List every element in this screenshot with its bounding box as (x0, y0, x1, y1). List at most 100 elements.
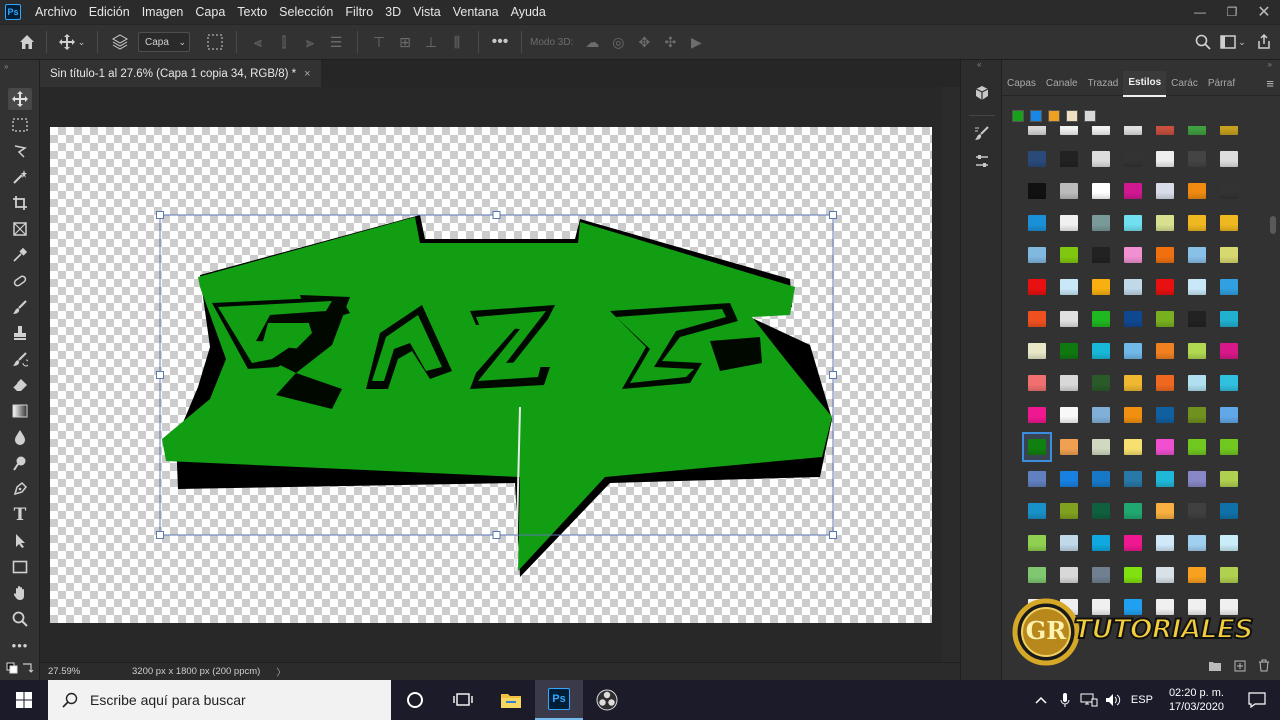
menu-item-capa[interactable]: Capa (189, 0, 231, 24)
canvas-vertical-scrollbar[interactable] (942, 87, 960, 662)
drag-3d-icon[interactable]: ✥ (631, 30, 657, 54)
3d-panel-icon[interactable] (969, 82, 995, 104)
style-swatch[interactable] (1086, 176, 1116, 206)
style-swatch[interactable] (1150, 432, 1180, 462)
style-swatch[interactable] (1150, 272, 1180, 302)
style-swatch[interactable] (1214, 208, 1244, 238)
obs-icon[interactable] (583, 680, 631, 720)
style-swatch[interactable] (1086, 560, 1116, 590)
language-indicator[interactable]: ESP (1125, 694, 1159, 706)
style-swatch[interactable] (1182, 144, 1212, 174)
share-icon[interactable] (1248, 30, 1280, 54)
style-swatch[interactable] (1054, 336, 1084, 366)
crop-tool-icon[interactable] (8, 192, 32, 214)
rectangle-tool-icon[interactable] (8, 556, 32, 578)
chevron-up-icon[interactable] (1029, 696, 1053, 704)
clone-stamp-tool-icon[interactable] (8, 322, 32, 344)
style-swatch[interactable] (1150, 144, 1180, 174)
style-swatch[interactable] (1022, 528, 1052, 558)
brush-settings-icon[interactable] (969, 122, 995, 144)
style-swatch[interactable] (1150, 464, 1180, 494)
gradient-tool-icon[interactable] (8, 400, 32, 422)
panel-tab-párraf[interactable]: Párraf (1203, 72, 1240, 96)
style-swatch[interactable] (1086, 272, 1116, 302)
style-swatch[interactable] (1150, 528, 1180, 558)
zoom-tool-icon[interactable] (8, 608, 32, 630)
frame-tool-icon[interactable] (8, 218, 32, 240)
style-swatch[interactable] (1118, 144, 1148, 174)
style-swatch[interactable] (1118, 528, 1148, 558)
orbit-3d-icon[interactable]: ☁ (579, 30, 605, 54)
panel-tab-estilos[interactable]: Estilos (1123, 70, 1167, 97)
style-swatch[interactable] (1022, 304, 1052, 334)
style-swatch[interactable] (1214, 432, 1244, 462)
style-swatch[interactable] (1022, 336, 1052, 366)
style-swatch[interactable] (1214, 464, 1244, 494)
style-swatch[interactable] (1054, 176, 1084, 206)
style-swatch[interactable] (1214, 126, 1244, 142)
styles-scrollbar[interactable] (1270, 140, 1276, 680)
align-middle-icon[interactable]: ⊞ (392, 30, 418, 54)
style-swatch[interactable] (1022, 272, 1052, 302)
menu-item-archivo[interactable]: Archivo (29, 0, 83, 24)
style-swatch[interactable] (1054, 432, 1084, 462)
style-swatch[interactable] (1022, 144, 1052, 174)
cortana-icon[interactable] (391, 680, 439, 720)
align-left-icon[interactable]: ⫷ (245, 30, 271, 54)
style-swatch[interactable] (1214, 528, 1244, 558)
align-right-icon[interactable]: ⫸ (297, 30, 323, 54)
file-explorer-icon[interactable] (487, 680, 535, 720)
menu-item-filtro[interactable]: Filtro (339, 0, 379, 24)
style-swatch[interactable] (1022, 432, 1052, 462)
menu-item-vista[interactable]: Vista (407, 0, 447, 24)
style-swatch[interactable] (1182, 528, 1212, 558)
style-swatch[interactable] (1182, 560, 1212, 590)
style-swatch[interactable] (1086, 368, 1116, 398)
style-swatch[interactable] (1182, 336, 1212, 366)
volume-icon[interactable] (1101, 693, 1125, 707)
style-swatch[interactable] (1054, 144, 1084, 174)
dodge-tool-icon[interactable] (8, 452, 32, 474)
style-swatch[interactable] (1054, 240, 1084, 270)
close-icon[interactable]: ✕ (1248, 0, 1280, 24)
style-swatch[interactable] (1214, 368, 1244, 398)
history-brush-tool-icon[interactable] (8, 348, 32, 370)
restore-icon[interactable]: ❐ (1216, 0, 1248, 24)
home-icon[interactable] (16, 30, 38, 54)
close-document-icon[interactable]: × (304, 68, 310, 80)
style-swatch[interactable] (1086, 304, 1116, 334)
style-swatch[interactable] (1182, 176, 1212, 206)
panel-tab-capas[interactable]: Capas (1002, 72, 1041, 96)
style-swatch[interactable] (1022, 176, 1052, 206)
style-swatch[interactable] (1182, 368, 1212, 398)
document-tab[interactable]: Sin título-1 al 27.6% (Capa 1 copia 34, … (40, 60, 321, 87)
style-swatch[interactable] (1182, 304, 1212, 334)
style-swatch[interactable] (1022, 368, 1052, 398)
lasso-tool-icon[interactable] (8, 140, 32, 162)
style-swatch[interactable] (1118, 496, 1148, 526)
zoom-level[interactable]: 27.59% (48, 666, 128, 677)
roll-3d-icon[interactable]: ◎ (605, 30, 631, 54)
style-swatch[interactable] (1022, 126, 1052, 142)
style-swatch[interactable] (1182, 400, 1212, 430)
style-swatch[interactable] (1150, 336, 1180, 366)
pen-tool-icon[interactable] (8, 478, 32, 500)
notifications-icon[interactable] (1234, 692, 1280, 708)
canvas-workspace[interactable] (40, 87, 942, 662)
style-swatch[interactable] (1086, 528, 1116, 558)
style-swatch[interactable] (1214, 496, 1244, 526)
minimize-icon[interactable]: — (1184, 0, 1216, 24)
style-swatch[interactable] (1022, 400, 1052, 430)
panel-tab-carác[interactable]: Carác (1166, 72, 1203, 96)
style-swatch[interactable] (1086, 464, 1116, 494)
style-swatch[interactable] (1118, 176, 1148, 206)
collapse-panel-icon[interactable]: » (1268, 60, 1272, 69)
style-swatch[interactable] (1214, 240, 1244, 270)
align-center-icon[interactable]: ⫿ (271, 30, 297, 54)
style-swatch[interactable] (1182, 432, 1212, 462)
style-swatch[interactable] (1054, 304, 1084, 334)
recent-style-swatch[interactable] (1012, 110, 1024, 122)
style-swatch[interactable] (1214, 560, 1244, 590)
type-tool-icon[interactable]: T (8, 504, 32, 526)
hand-tool-icon[interactable] (8, 582, 32, 604)
